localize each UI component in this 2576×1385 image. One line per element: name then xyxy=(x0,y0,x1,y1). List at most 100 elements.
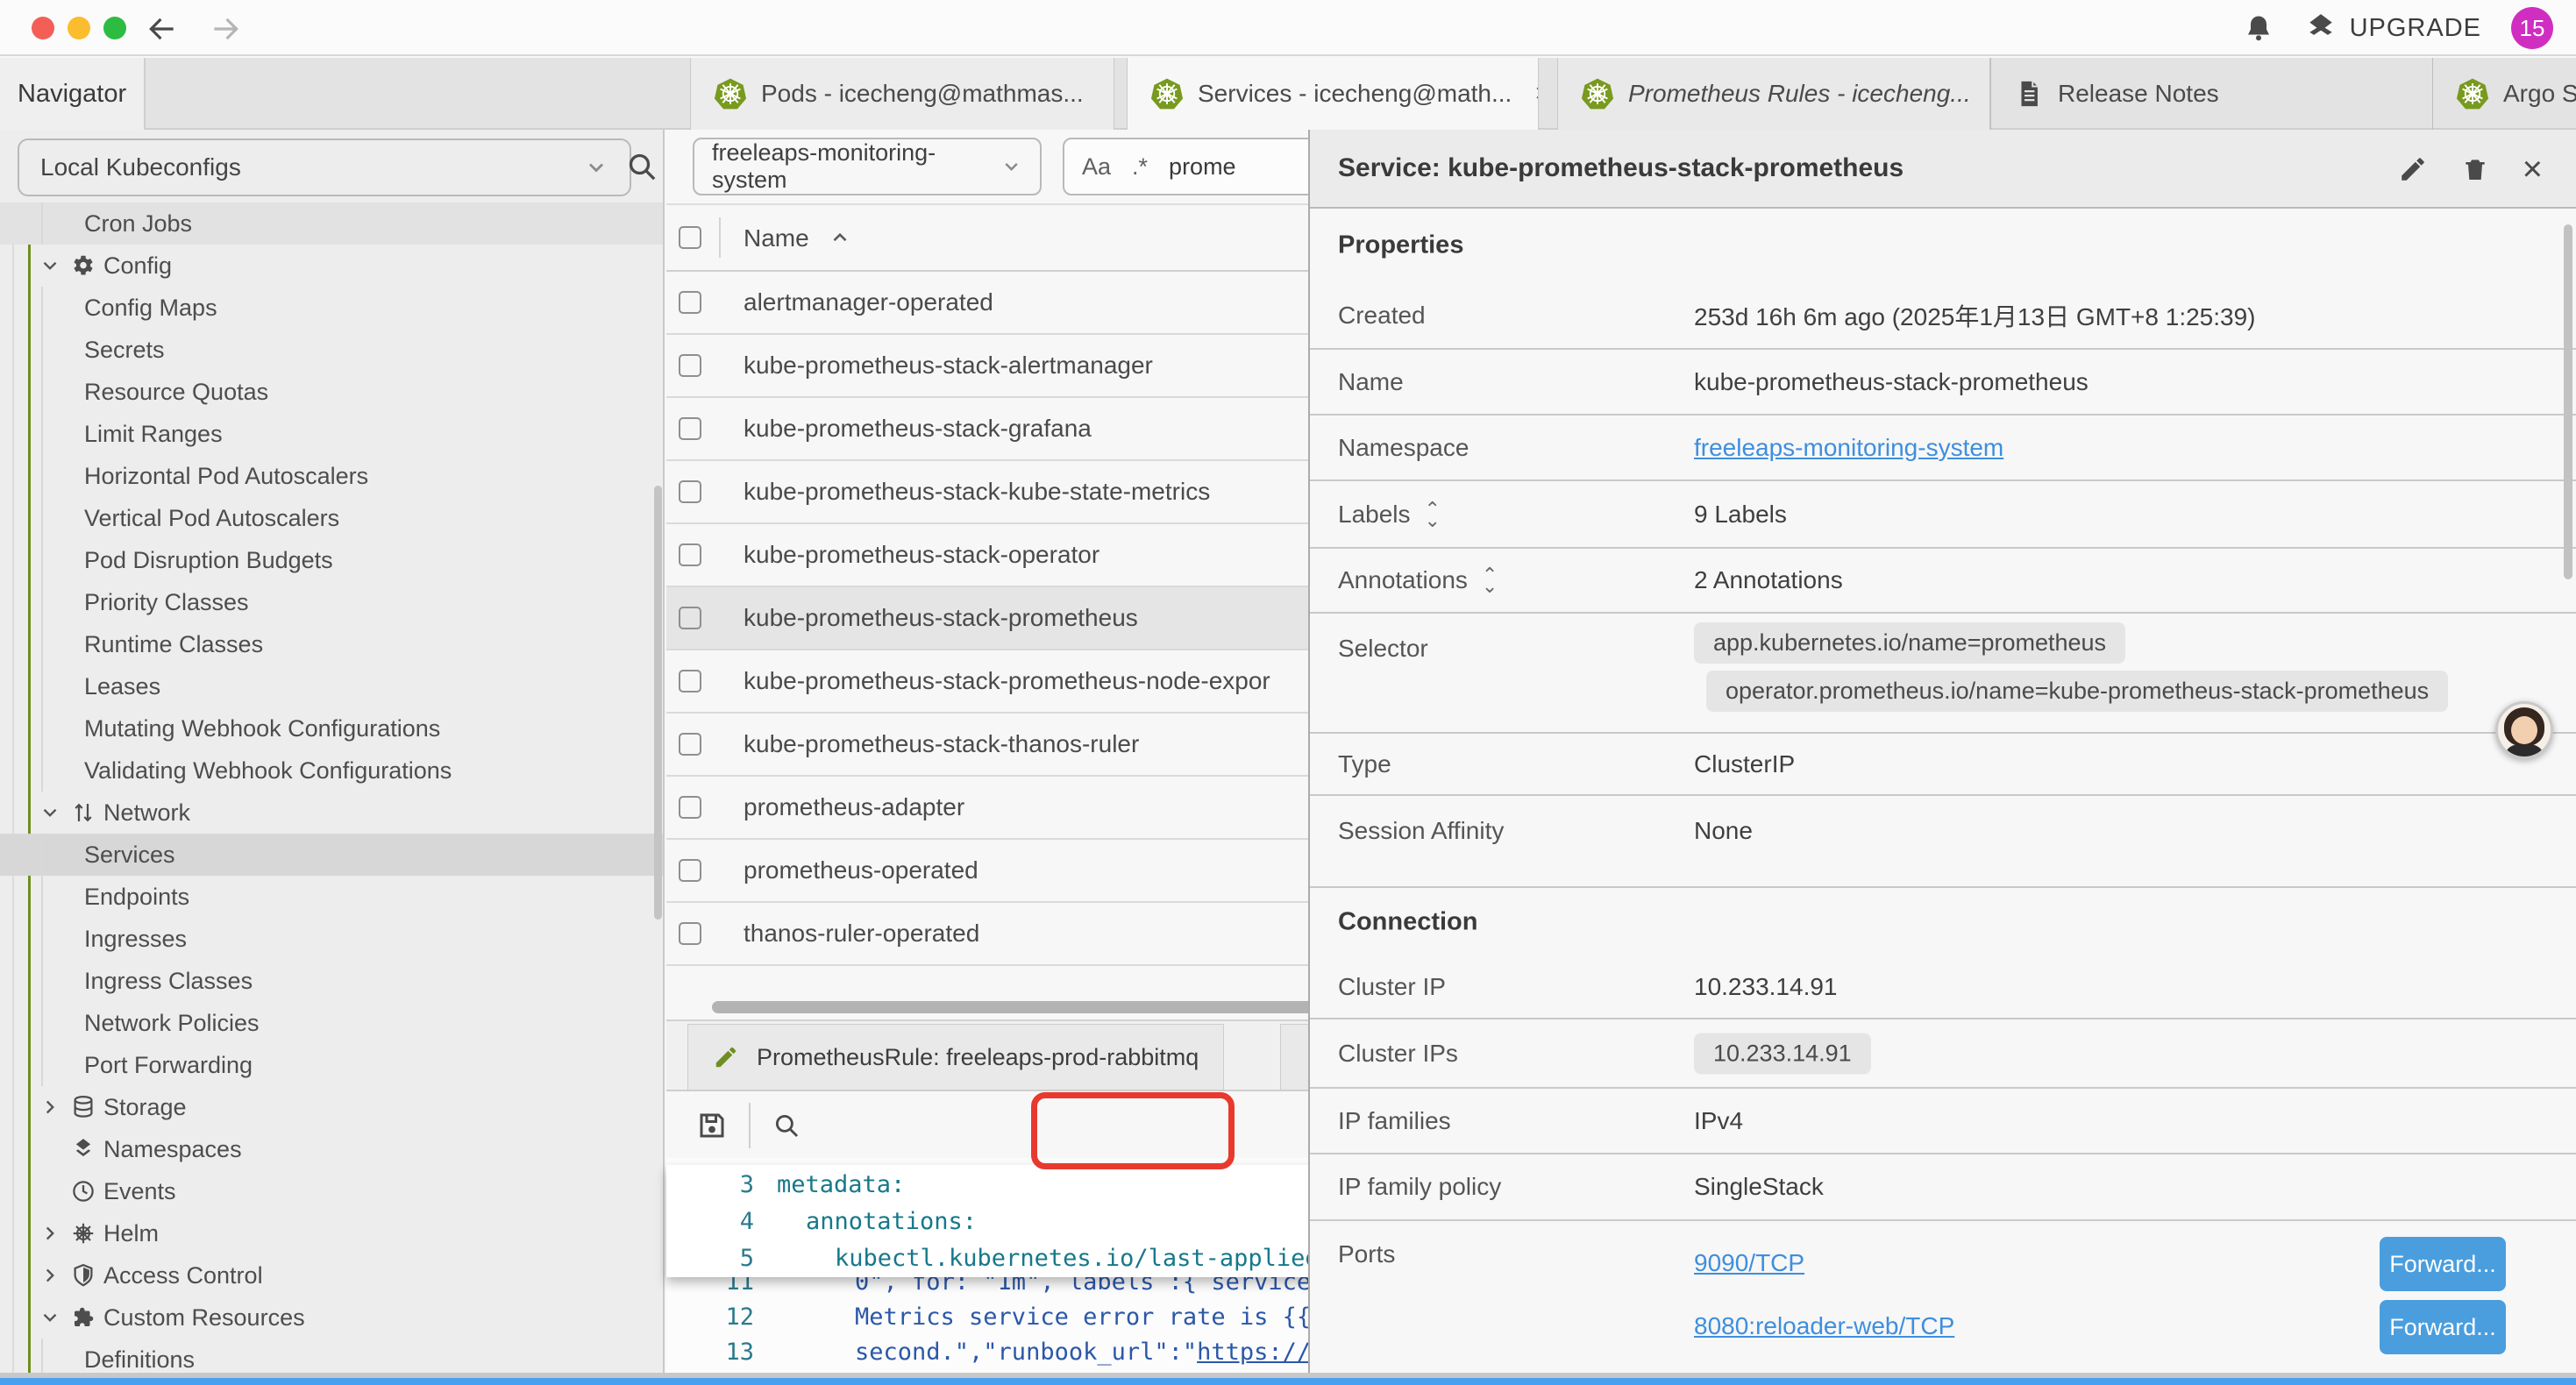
close-icon[interactable]: × xyxy=(2523,154,2543,184)
created-label: Created xyxy=(1338,302,1426,330)
editor-search-icon[interactable] xyxy=(772,1111,801,1140)
row-checkbox[interactable] xyxy=(679,733,701,756)
sidebar-item-secrets[interactable]: Secrets xyxy=(0,329,663,371)
sidebar-item-helm[interactable]: Helm xyxy=(0,1212,663,1254)
service-name: kube-prometheus-stack-alertmanager xyxy=(744,352,1153,380)
document-icon xyxy=(2014,79,2044,109)
port-link-9090-tcp[interactable]: 9090/TCP xyxy=(1694,1249,1804,1277)
forward-button-1[interactable]: Forward... xyxy=(2380,1237,2506,1291)
tab-prometheus-rules-icecheng[interactable]: Prometheus Rules - icecheng... xyxy=(1557,58,1990,130)
port-link-8080-reloader-web-tcp[interactable]: 8080:reloader-web/TCP xyxy=(1694,1312,1954,1340)
upgrade-button[interactable]: UPGRADE xyxy=(2304,11,2481,45)
sidebar-scrollbar[interactable] xyxy=(654,486,662,920)
kubernetes-icon xyxy=(1581,77,1614,110)
chevron-down-icon[interactable] xyxy=(39,801,61,824)
ip-families-value: IPv4 xyxy=(1694,1107,1743,1135)
row-checkbox[interactable] xyxy=(679,291,701,314)
sidebar-item-endpoints[interactable]: Endpoints xyxy=(0,876,663,918)
row-checkbox[interactable] xyxy=(679,480,701,503)
row-checkbox[interactable] xyxy=(679,543,701,566)
editor-tab-prometheusrule[interactable]: PrometheusRule: freeleaps-prod-rabbitmq xyxy=(687,1024,1224,1090)
notification-count-badge[interactable]: 15 xyxy=(2511,7,2553,49)
sidebar-item-vertical-pod-autoscalers[interactable]: Vertical Pod Autoscalers xyxy=(0,497,663,539)
namespace-filter-dropdown[interactable]: freeleaps-monitoring-system xyxy=(693,138,1042,195)
sidebar-item-resource-quotas[interactable]: Resource Quotas xyxy=(0,371,663,413)
zoom-window-button[interactable] xyxy=(103,17,126,39)
sidebar-item-priority-classes[interactable]: Priority Classes xyxy=(0,581,663,623)
tab-services-icecheng-math[interactable]: Services - icecheng@math...× xyxy=(1127,58,1539,130)
annotations-row: Annotations ⌃⌄ 2 Annotations xyxy=(1310,549,2576,614)
row-checkbox[interactable] xyxy=(679,417,701,440)
navigator-panel-tab[interactable]: Navigator xyxy=(0,58,146,130)
sidebar-item-access-control[interactable]: Access Control xyxy=(0,1254,663,1296)
sidebar-item-storage[interactable]: Storage xyxy=(0,1086,663,1128)
kubernetes-icon xyxy=(2456,77,2489,110)
row-checkbox[interactable] xyxy=(679,859,701,882)
forward-button-2[interactable]: Forward... xyxy=(2380,1300,2506,1354)
sidebar-item-config[interactable]: Config xyxy=(0,245,663,287)
sidebar-item-network-policies[interactable]: Network Policies xyxy=(0,1002,663,1044)
user-avatar[interactable] xyxy=(2495,701,2553,759)
sidebar-item-validating-webhook-configurations[interactable]: Validating Webhook Configurations xyxy=(0,749,663,792)
sidebar-item-cron-jobs[interactable]: Cron Jobs xyxy=(0,202,663,245)
sidebar-item-network[interactable]: Network xyxy=(0,792,663,834)
ip-family-policy-label: IP family policy xyxy=(1338,1173,1501,1201)
kubeconfig-selector[interactable]: Local Kubeconfigs xyxy=(18,138,631,196)
puzzle-icon xyxy=(70,1304,96,1331)
sidebar-item-limit-ranges[interactable]: Limit Ranges xyxy=(0,413,663,455)
edit-icon[interactable] xyxy=(2398,154,2428,184)
minimize-window-button[interactable] xyxy=(68,17,90,39)
sidebar-item-label: Config Maps xyxy=(84,295,217,322)
row-checkbox[interactable] xyxy=(679,796,701,819)
tab-pods-icecheng-mathmas[interactable]: Pods - icecheng@mathmas... xyxy=(690,58,1114,130)
chevron-down-icon[interactable] xyxy=(39,1306,61,1329)
sidebar-item-custom-resources[interactable]: Custom Resources xyxy=(0,1296,663,1339)
row-checkbox[interactable] xyxy=(679,607,701,629)
sidebar-item-label: Resource Quotas xyxy=(84,379,268,406)
sidebar-item-runtime-classes[interactable]: Runtime Classes xyxy=(0,623,663,665)
chevron-right-icon[interactable] xyxy=(39,1264,61,1287)
labels-value: 9 Labels xyxy=(1694,501,1787,529)
service-name: kube-prometheus-stack-grafana xyxy=(744,415,1092,443)
name-column-header[interactable]: Name xyxy=(744,205,851,272)
sidebar-item-horizontal-pod-autoscalers[interactable]: Horizontal Pod Autoscalers xyxy=(0,455,663,497)
cluster-ip-value: 10.233.14.91 xyxy=(1694,973,1838,1001)
sidebar-item-events[interactable]: Events xyxy=(0,1170,663,1212)
tab-argo-se[interactable]: Argo Se xyxy=(2432,58,2576,130)
save-icon[interactable] xyxy=(696,1110,728,1141)
tab-release-notes[interactable]: Release Notes xyxy=(1990,58,2432,130)
annotations-label: Annotations xyxy=(1338,566,1468,594)
chevron-right-icon[interactable] xyxy=(39,1222,61,1245)
sidebar-item-namespaces[interactable]: Namespaces xyxy=(0,1128,663,1170)
tab-close-icon[interactable]: × xyxy=(1534,79,1539,109)
close-window-button[interactable] xyxy=(32,17,54,39)
match-case-toggle[interactable]: Aa xyxy=(1082,153,1111,181)
created-row: Created 253d 16h 6m ago (2025年1月13日 GMT+… xyxy=(1310,282,2576,350)
chevron-right-icon[interactable] xyxy=(39,1096,61,1119)
forward-arrow-icon[interactable] xyxy=(209,12,242,46)
annotations-expander-icon[interactable]: ⌃⌄ xyxy=(1482,569,1498,592)
sidebar-item-pod-disruption-budgets[interactable]: Pod Disruption Budgets xyxy=(0,539,663,581)
select-all-checkbox[interactable] xyxy=(679,226,701,249)
back-arrow-icon[interactable] xyxy=(146,12,179,46)
sidebar-item-label: Helm xyxy=(103,1220,159,1247)
row-checkbox[interactable] xyxy=(679,354,701,377)
sidebar-item-services[interactable]: Services xyxy=(0,834,663,876)
regex-toggle[interactable]: .* xyxy=(1132,153,1148,181)
row-checkbox[interactable] xyxy=(679,670,701,692)
sidebar-item-config-maps[interactable]: Config Maps xyxy=(0,287,663,329)
search-query-text: prome xyxy=(1169,153,1236,181)
chevron-down-icon[interactable] xyxy=(39,254,61,277)
delete-icon[interactable] xyxy=(2461,154,2489,184)
row-checkbox[interactable] xyxy=(679,922,701,945)
sidebar-item-ingresses[interactable]: Ingresses xyxy=(0,918,663,960)
labels-expander-icon[interactable]: ⌃⌄ xyxy=(1425,503,1441,526)
sidebar-item-ingress-classes[interactable]: Ingress Classes xyxy=(0,960,663,1002)
sidebar-item-port-forwarding[interactable]: Port Forwarding xyxy=(0,1044,663,1086)
namespace-link[interactable]: freeleaps-monitoring-system xyxy=(1694,434,2003,462)
bell-icon[interactable] xyxy=(2243,12,2274,44)
sidebar-item-leases[interactable]: Leases xyxy=(0,665,663,707)
panel-scrollbar[interactable] xyxy=(2564,224,2572,579)
sidebar-item-mutating-webhook-configurations[interactable]: Mutating Webhook Configurations xyxy=(0,707,663,749)
sidebar-search-icon[interactable] xyxy=(624,149,659,184)
